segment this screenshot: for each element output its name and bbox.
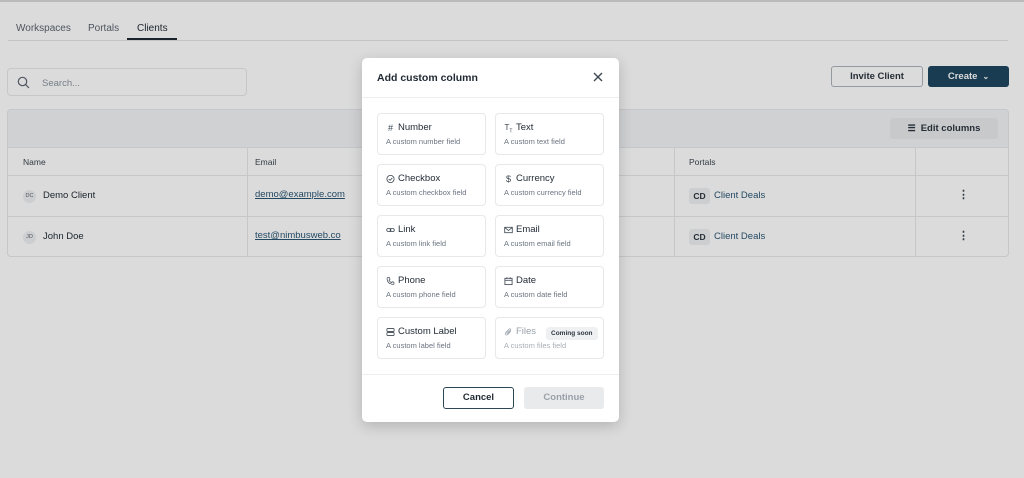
field-type-date[interactable]: Date A custom date field <box>495 266 604 308</box>
dialog-title: Add custom column <box>377 72 478 84</box>
phone-icon <box>386 277 395 285</box>
field-type-email[interactable]: Email A custom email field <box>495 215 604 257</box>
field-type-custom-label[interactable]: Custom Label A custom label field <box>377 317 486 359</box>
field-type-desc: A custom email field <box>504 239 571 248</box>
field-type-desc: A custom checkbox field <box>386 188 467 197</box>
field-type-title: Number <box>398 122 432 133</box>
dollar-icon: $ <box>505 174 511 184</box>
field-type-title: Link <box>398 224 416 235</box>
divider <box>362 97 619 98</box>
field-type-desc: A custom phone field <box>386 290 456 299</box>
field-type-title: Currency <box>516 173 555 184</box>
calendar-icon <box>504 277 513 286</box>
field-type-text[interactable]: TT Text A custom text field <box>495 113 604 155</box>
check-circle-icon <box>386 174 395 184</box>
field-type-title: Email <box>516 224 540 235</box>
field-type-number[interactable]: # Number A custom number field <box>377 113 486 155</box>
field-type-title: Custom Label <box>398 326 457 337</box>
field-type-desc: A custom label field <box>386 341 451 350</box>
field-type-desc: A custom link field <box>386 239 447 248</box>
field-type-desc: A custom date field <box>504 290 568 299</box>
field-type-files: Files Coming soon A custom files field <box>495 317 604 359</box>
field-type-title: Checkbox <box>398 173 441 184</box>
field-type-title: Files <box>516 326 537 337</box>
mail-icon <box>504 226 513 234</box>
hash-icon: # <box>387 123 393 133</box>
cancel-button[interactable]: Cancel <box>443 387 514 409</box>
field-type-currency[interactable]: $ Currency A custom currency field <box>495 164 604 206</box>
text-icon: TT <box>504 123 513 135</box>
field-type-phone[interactable]: Phone A custom phone field <box>377 266 486 308</box>
field-type-title: Phone <box>398 275 426 286</box>
continue-button[interactable]: Continue <box>524 387 604 409</box>
field-type-title: Date <box>516 275 537 286</box>
field-type-desc: A custom files field <box>504 341 567 350</box>
field-type-desc: A custom currency field <box>504 188 582 197</box>
paperclip-icon <box>504 328 512 336</box>
field-type-desc: A custom text field <box>504 137 565 146</box>
label-icon <box>386 328 395 336</box>
field-type-link[interactable]: Link A custom link field <box>377 215 486 257</box>
link-icon <box>386 228 395 232</box>
add-custom-column-dialog: Add custom column # Number A custom numb… <box>362 58 619 422</box>
field-type-title: Text <box>516 122 534 133</box>
field-type-checkbox[interactable]: Checkbox A custom checkbox field <box>377 164 486 206</box>
coming-soon-badge: Coming soon <box>546 327 598 340</box>
field-type-desc: A custom number field <box>386 137 461 146</box>
close-icon[interactable] <box>591 70 605 84</box>
divider <box>362 374 619 375</box>
